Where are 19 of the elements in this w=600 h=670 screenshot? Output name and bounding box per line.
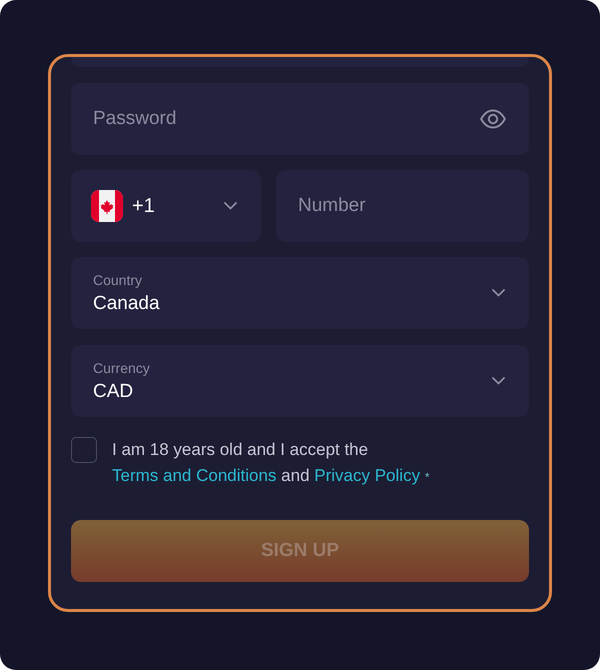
input-field[interactable] — [71, 57, 529, 67]
checkbox[interactable] — [71, 437, 97, 463]
text-link[interactable]: Terms and Conditions — [112, 466, 276, 485]
selected-value: Canada — [93, 292, 160, 316]
country-code-select[interactable]: +1 — [71, 170, 261, 242]
selected-value: CAD — [93, 380, 134, 404]
password-field[interactable]: Password — [71, 83, 529, 155]
chevron-down-icon — [492, 289, 505, 297]
chevron-down-icon — [224, 202, 237, 210]
canada-flag-icon — [91, 190, 123, 222]
field-label: Currency — [93, 358, 150, 376]
eye-icon[interactable] — [480, 109, 506, 129]
dropdown-select[interactable]: Currency CAD — [71, 345, 529, 417]
field-label: Country — [93, 270, 144, 288]
dropdown-select[interactable]: Country Canada — [71, 257, 529, 329]
consent-text: I am 18 years old and I accept the Terms and Conditions and Privacy Policy * — [112, 439, 430, 487]
text-link[interactable]: Privacy Policy — [314, 466, 420, 485]
chevron-down-icon — [492, 377, 505, 385]
phone-number-field[interactable]: Number — [276, 170, 529, 242]
